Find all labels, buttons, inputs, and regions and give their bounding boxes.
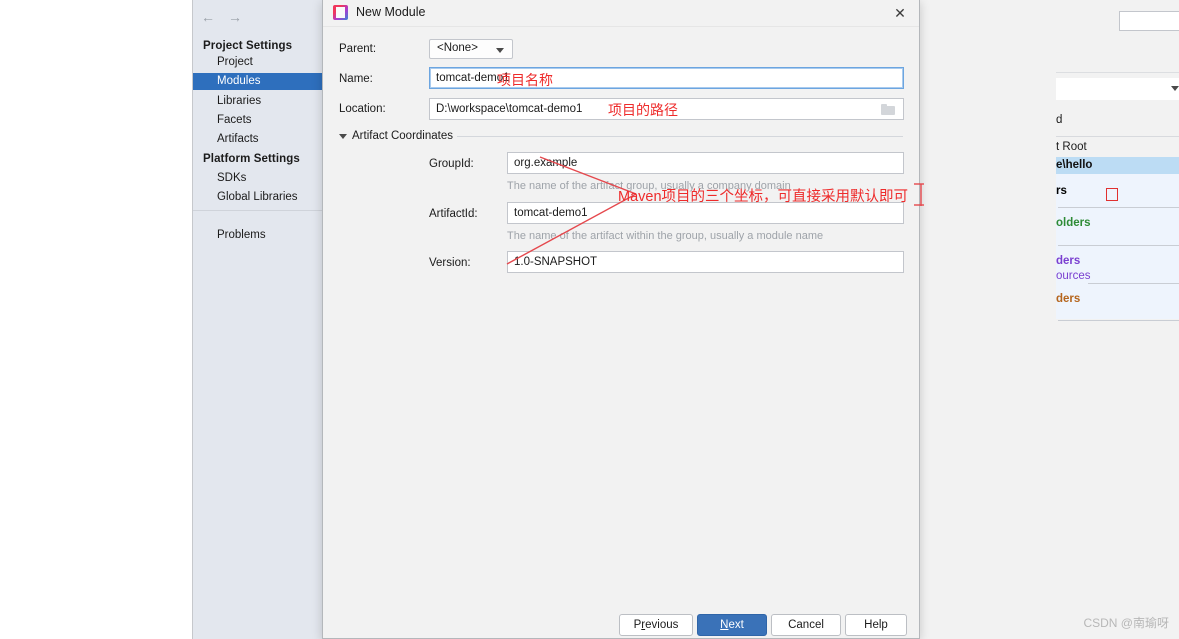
name-label: Name:: [339, 73, 373, 85]
version-label: Version:: [429, 257, 471, 269]
row-underline: [1058, 207, 1179, 208]
test-source-folders-header: olders: [1056, 217, 1091, 229]
annotation-path-note: 项目的路径: [608, 102, 678, 118]
sidebar-item-problems[interactable]: Problems: [217, 229, 266, 241]
content-root-label: t Root: [1056, 141, 1087, 153]
intellij-idea-icon: [333, 5, 348, 20]
chevron-down-icon: [496, 48, 504, 53]
location-label: Location:: [339, 103, 386, 115]
sidebar-item-modules[interactable]: Modules: [193, 73, 324, 90]
artifactid-hint: The name of the artifact within the grou…: [507, 230, 824, 242]
next-button-label: Next: [720, 619, 744, 631]
artifactid-label: ArtifactId:: [429, 208, 478, 220]
section-divider: [457, 136, 903, 137]
source-folders-header: rs: [1056, 185, 1067, 197]
settings-sidebar: ← → Project Settings Project Modules Lib…: [193, 0, 324, 639]
row-underline: [1058, 320, 1179, 321]
background-combo-box[interactable]: [1056, 78, 1179, 100]
chevron-down-icon: [339, 133, 347, 139]
previous-button-label: Previous: [633, 619, 679, 631]
dialog-title: New Module: [356, 5, 426, 19]
new-module-dialog: New Module ✕ Parent: <None> Name: tomcat…: [322, 0, 920, 639]
dialog-titlebar: New Module ✕: [323, 0, 919, 27]
help-button[interactable]: Help: [845, 614, 907, 636]
sidebar-item-global-libraries[interactable]: Global Libraries: [217, 191, 298, 203]
parent-select-value: <None>: [437, 42, 478, 54]
parent-label: Parent:: [339, 43, 377, 55]
sidebar-divider: [193, 210, 324, 211]
artifact-coordinates-title: Artifact Coordinates: [352, 130, 453, 142]
arrow-left-icon[interactable]: ←: [201, 10, 215, 24]
annotation-red-square: [1106, 188, 1118, 201]
sidebar-group-project-settings: Project Settings: [203, 40, 293, 52]
sidebar-group-platform-settings: Platform Settings: [203, 153, 300, 165]
background-truncated-label: d: [1056, 114, 1063, 126]
previous-button[interactable]: Previous: [619, 614, 693, 636]
excluded-folders-header: ders: [1056, 293, 1081, 305]
background-text-field[interactable]: [1119, 11, 1179, 31]
sidebar-item-label: Modules: [217, 75, 261, 87]
resource-folders-header: ders: [1056, 255, 1081, 267]
arrow-right-icon[interactable]: →: [228, 10, 242, 24]
parent-select[interactable]: <None>: [429, 39, 513, 59]
sidebar-item-project[interactable]: Project: [217, 56, 253, 68]
next-button[interactable]: Next: [697, 614, 767, 636]
artifact-coordinates-section-header[interactable]: Artifact Coordinates: [339, 130, 453, 142]
screenshot-root: ← → Project Settings Project Modules Lib…: [0, 0, 1179, 639]
dialog-button-bar: Previous Next Cancel Help: [323, 605, 919, 639]
sidebar-item-facets[interactable]: Facets: [217, 114, 252, 126]
background-separator: [1056, 72, 1179, 73]
row-underline: [1058, 245, 1179, 246]
resource-folder-path: ources: [1056, 270, 1091, 282]
folder-icon[interactable]: [881, 103, 895, 115]
version-input[interactable]: 1.0-SNAPSHOT: [507, 251, 904, 273]
sidebar-item-sdks[interactable]: SDKs: [217, 172, 246, 184]
groupid-input[interactable]: org.example: [507, 152, 904, 174]
sidebar-item-libraries[interactable]: Libraries: [217, 95, 261, 107]
annotation-name-note: 项目名称: [497, 72, 553, 88]
csdn-watermark: CSDN @南瑜呀: [1083, 616, 1169, 630]
content-root-path: e\hello: [1056, 159, 1093, 171]
annotation-maven-note: Maven项目的三个坐标，可直接采用默认即可: [618, 189, 909, 205]
cancel-button[interactable]: Cancel: [771, 614, 841, 636]
close-icon[interactable]: ✕: [891, 4, 909, 22]
sidebar-item-artifacts[interactable]: Artifacts: [217, 133, 259, 145]
sidebar-navigation: ← →: [201, 7, 321, 27]
background-separator-2: [1056, 136, 1179, 137]
row-underline: [1088, 283, 1179, 284]
groupid-label: GroupId:: [429, 158, 474, 170]
chevron-down-icon: [1171, 86, 1179, 91]
